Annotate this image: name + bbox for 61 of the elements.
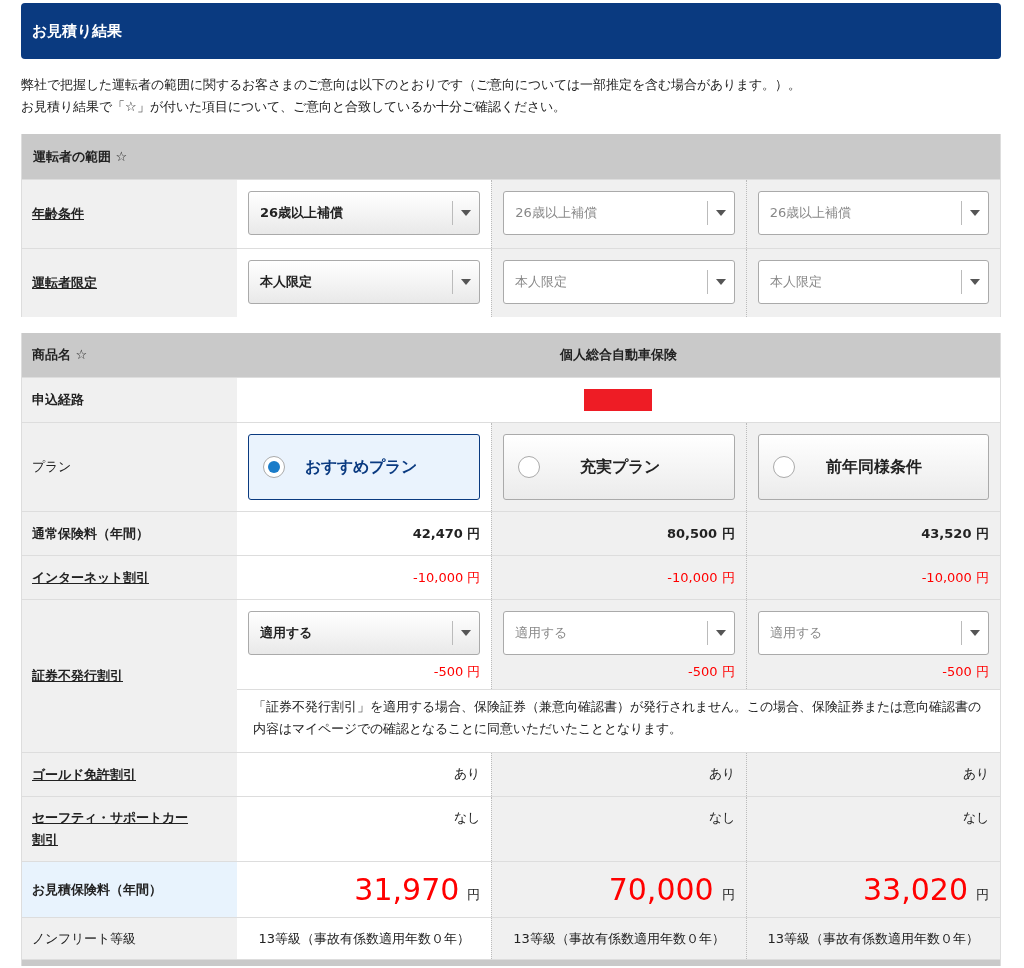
section-title: 運転者の範囲 ☆ <box>33 147 128 166</box>
discount-amount: -500 円 <box>433 663 481 681</box>
redaction-block <box>584 389 653 411</box>
grade-text: 13等級（事故有係数適用年数０年） <box>258 929 470 948</box>
intro-text: お見積り結果で「☆」が付いた項目について、ご意向と合致しているか十分ご確認ください。 <box>21 98 567 116</box>
caret-icon <box>715 630 726 636</box>
row-label[interactable]: セーフティ・サポートカー割引 <box>32 807 197 851</box>
plan-option[interactable]: おすすめプラン <box>248 434 481 500</box>
caret-icon <box>715 279 726 285</box>
note-text: 「証券不発行割引」を適用する場合、保険証券（兼意向確認書）が発行されません。この場合、保険証券または意向確認書の内容はマイページでの確認となることに同意いただいたこととなります。 <box>253 699 981 736</box>
radio-icon <box>518 456 541 478</box>
discount-amount: -500 円 <box>688 663 735 681</box>
grade-text: 13等級（事故有係数適用年数０年） <box>513 929 725 948</box>
select-field[interactable]: 26歳以上補償 <box>248 191 481 235</box>
row-label: 申込経路 <box>32 391 84 409</box>
discount-status: あり <box>963 765 989 783</box>
discount-status: あり <box>454 765 481 783</box>
premium-amount: 33,020 <box>863 872 968 907</box>
product-name: 個人総合自動車保険 <box>560 346 677 364</box>
discount-amount: -500 円 <box>942 663 989 681</box>
discount-amount: -10,000 円 <box>413 568 481 587</box>
discount-status: なし <box>454 809 481 827</box>
radio-icon <box>772 456 795 478</box>
currency-unit: 円 <box>976 885 989 904</box>
row-label[interactable]: 証券不発行割引 <box>32 667 123 685</box>
plan-option[interactable]: 前年同様条件 <box>757 434 989 500</box>
discount-status: なし <box>708 809 735 827</box>
premium-amount: 80,500 円 <box>666 524 735 543</box>
premium-amount: 31,970 <box>354 872 460 907</box>
row-label[interactable]: 年齢条件 <box>32 205 84 223</box>
select-field[interactable]: 本人限定 <box>248 260 481 304</box>
caret-icon <box>715 210 726 216</box>
row-label[interactable]: 運転者限定 <box>32 274 97 292</box>
plan-option[interactable]: 充実プラン <box>503 434 735 500</box>
caret-icon <box>461 630 472 636</box>
caret-icon <box>461 279 472 285</box>
premium-amount: 43,520 円 <box>921 524 989 543</box>
row-label[interactable]: ゴールド免許割引 <box>32 763 136 786</box>
row-label: ノンフリート等級 <box>32 929 136 948</box>
row-label: お見積保険料（年間） <box>32 880 162 899</box>
currency-unit: 円 <box>467 885 481 904</box>
caret-icon <box>970 630 980 636</box>
caret-icon <box>970 279 980 285</box>
currency-unit: 円 <box>721 885 735 904</box>
premium-amount: 42,470 円 <box>412 524 481 543</box>
caret-icon <box>461 210 472 216</box>
row-label: 商品名 ☆ <box>32 346 88 364</box>
discount-amount: -10,000 円 <box>667 568 735 587</box>
radio-icon <box>263 456 285 478</box>
select-field[interactable]: 適用する <box>248 611 481 655</box>
discount-amount: -10,000 円 <box>921 568 989 587</box>
page-title: お見積り結果 <box>32 21 122 41</box>
discount-status: あり <box>708 765 735 783</box>
caret-icon <box>970 210 980 216</box>
premium-amount: 70,000 <box>608 872 714 907</box>
grade-text: 13等級（事故有係数適用年数０年） <box>767 929 980 948</box>
row-label: 通常保険料（年間） <box>32 524 149 543</box>
discount-status: なし <box>963 809 989 827</box>
intro-text: 弊社で把握した運転者の範囲に関するお客さまのご意向は以下のとおりです（ご意向については一部推定を含む場合があります。）。 <box>21 76 802 94</box>
row-label[interactable]: インターネット割引 <box>32 568 149 587</box>
row-label: プラン <box>32 458 71 476</box>
